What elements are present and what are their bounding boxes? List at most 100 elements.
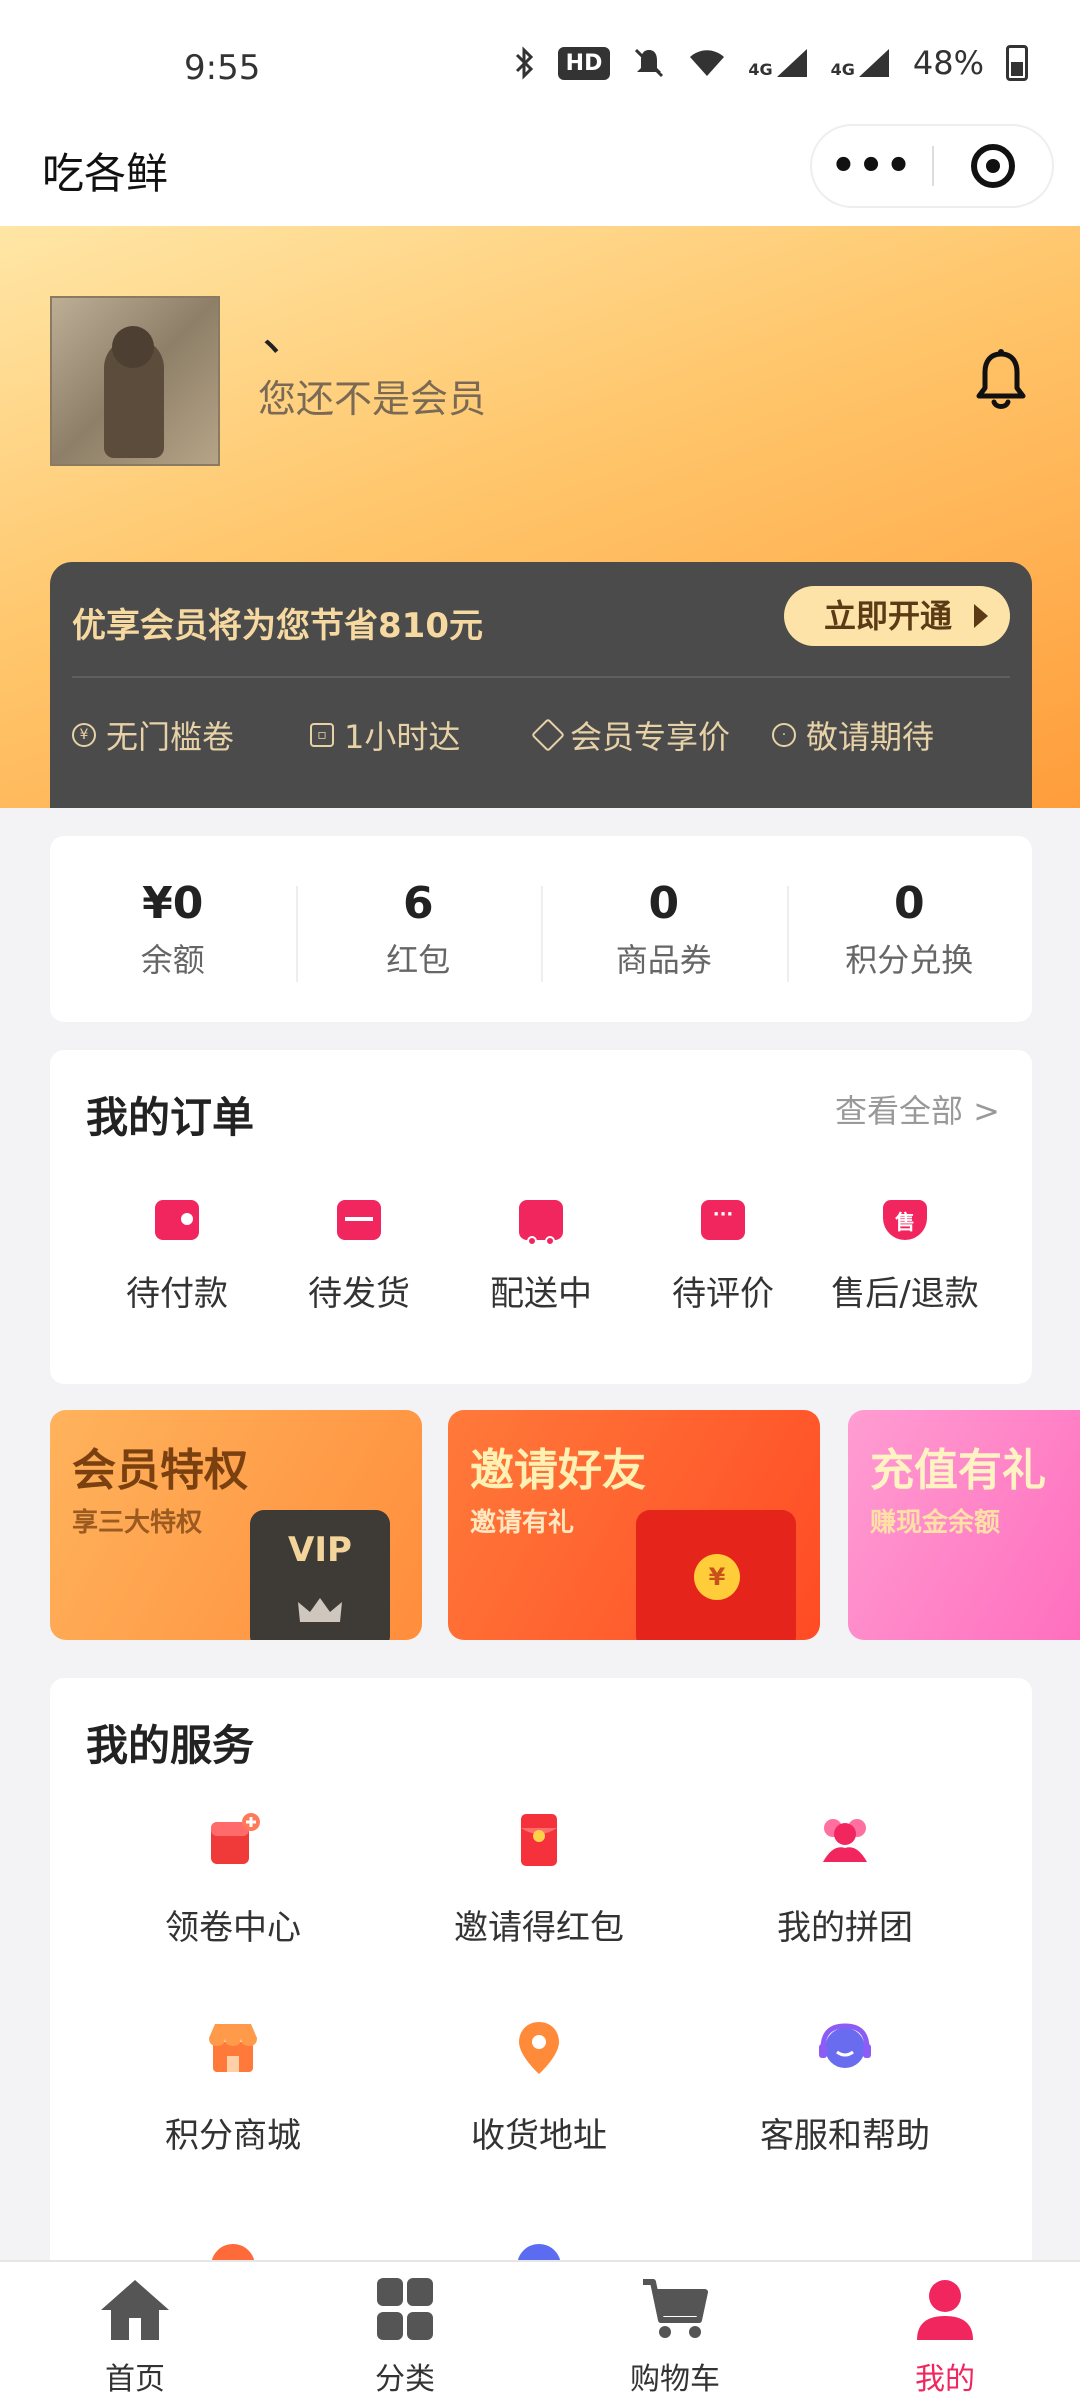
group-icon [823, 1819, 867, 1862]
coupon-center-icon [211, 1813, 260, 1864]
member-card-divider [72, 676, 1010, 678]
service-label: 客服和帮助 [760, 2116, 930, 2156]
tab-label: 购物车 [630, 2362, 720, 2397]
vip-card-icon: VIP [250, 1510, 390, 1640]
shield-glyph: 售 [895, 1210, 915, 1234]
profile-header: 、 您还不是会员 优享会员将为您节省810元 立即开通 ¥ 无门槛卷 ▫ 1小时… [0, 226, 1080, 808]
order-label: 待付款 [126, 1274, 228, 1314]
banner-title: 充值有礼 [870, 1445, 1046, 1496]
more-menu-icon[interactable]: ••• [812, 143, 932, 189]
truck-icon [519, 1200, 563, 1246]
avatar[interactable] [50, 296, 220, 466]
tab-mine[interactable]: 我的 [810, 2262, 1080, 2400]
stat-value: 0 [893, 877, 925, 929]
comment-icon: ··· [701, 1200, 745, 1240]
order-label: 售后/退款 [831, 1274, 979, 1314]
my-orders-card: 我的订单 查看全部 > 待付款 待发货 配送中 ··· 待评价 售 售后/退款 [50, 1050, 1032, 1384]
stat-points[interactable]: 0 积分兑换 [786, 877, 1033, 982]
member-status: 您还不是会员 [258, 377, 487, 421]
stat-label: 红包 [386, 940, 451, 979]
order-pending-shipment[interactable]: 待发货 [268, 1200, 450, 1315]
view-all-orders-link[interactable]: 查看全部 > [835, 1086, 1000, 1132]
stat-balance[interactable]: ¥0 余额 [50, 878, 296, 981]
service-label: 积分商城 [165, 2116, 301, 2156]
stat-coupons[interactable]: 0 商品券 [541, 878, 787, 982]
bottom-tab-bar: 首页 分类 购物车 我的 [0, 2260, 1080, 2400]
order-after-sales[interactable]: 售 售后/退款 [814, 1200, 996, 1315]
mute-icon [635, 48, 664, 78]
app-title: 吃各鲜 [42, 149, 169, 198]
banner-title: 会员特权 [72, 1445, 248, 1496]
service-label: 收货地址 [471, 2116, 607, 2156]
service-customer-help[interactable]: 客服和帮助 [692, 2018, 998, 2226]
order-label: 待发货 [308, 1274, 410, 1314]
battery-icon [1006, 45, 1028, 81]
order-in-delivery[interactable]: 配送中 [450, 1200, 632, 1315]
perk-label: 1小时达 [344, 718, 461, 756]
member-promo-text: 优享会员将为您节省810元 [72, 606, 483, 646]
perk-item: · 敬请期待 [772, 712, 934, 758]
orders-title: 我的订单 [86, 1093, 255, 1142]
target-icon [970, 144, 1015, 188]
stat-label: 商品券 [615, 940, 712, 979]
bell-icon[interactable] [974, 348, 1028, 412]
customer-service-icon [819, 2023, 871, 2068]
perk-label: 无门槛卷 [106, 718, 235, 756]
service-invite-red-envelope[interactable]: 邀请得红包 [386, 1810, 692, 2018]
stat-label: 积分兑换 [845, 940, 974, 979]
banner-invite-friends[interactable]: 邀请好友 邀请有礼 ¥ [448, 1410, 820, 1640]
service-points-mall[interactable]: 积分商城 [80, 2018, 386, 2226]
delivery-icon: ▫ [310, 723, 334, 747]
vip-text: VIP [288, 1530, 352, 1570]
banner-member-privileges[interactable]: 会员特权 享三大特权 VIP [50, 1410, 422, 1640]
diamond-icon [531, 718, 565, 752]
service-coupon-center[interactable]: 领卷中心 [80, 1810, 386, 2018]
coin-icon: ¥ [694, 1554, 740, 1600]
tab-label: 我的 [915, 2362, 975, 2397]
location-icon [519, 2022, 559, 2074]
perk-item: ▫ 1小时达 [310, 712, 536, 758]
order-pending-review[interactable]: ··· 待评价 [632, 1200, 814, 1315]
stat-value: ¥0 [142, 877, 204, 929]
stat-value: 6 [402, 877, 434, 929]
status-icons: HD 4G 4G 48% [514, 44, 1028, 82]
tab-label: 分类 [375, 2362, 435, 2397]
open-membership-button[interactable]: 立即开通 [783, 586, 1010, 646]
tab-cart[interactable]: 购物车 [540, 2262, 810, 2400]
coupon-icon: ¥ [72, 723, 96, 747]
category-icon [377, 2278, 433, 2340]
status-time: 9:55 [184, 48, 261, 88]
stat-red-packets[interactable]: 6 红包 [295, 877, 542, 982]
wifi-icon [690, 50, 725, 76]
tab-category[interactable]: 分类 [270, 2262, 540, 2400]
order-pending-payment[interactable]: 待付款 [86, 1200, 268, 1315]
more-icon: · [772, 723, 796, 747]
shield-icon: 售 [883, 1200, 927, 1240]
service-label: 领卷中心 [165, 1908, 301, 1948]
service-my-group-buy[interactable]: 我的拼团 [692, 1810, 998, 2018]
user-icon [917, 2280, 973, 2340]
account-stats: ¥0 余额 6 红包 0 商品券 0 积分兑换 [50, 836, 1032, 1022]
tab-home[interactable]: 首页 [0, 2262, 270, 2400]
service-shipping-address[interactable]: 收货地址 [386, 2018, 692, 2226]
banner-subtitle: 邀请有礼 [470, 1508, 575, 1538]
banner-subtitle: 赚现金余额 [870, 1508, 1001, 1538]
order-status-list: 待付款 待发货 配送中 ··· 待评价 售 售后/退款 [86, 1200, 996, 1315]
services-title: 我的服务 [86, 1721, 255, 1770]
title-bar: 吃各鲜 ••• [0, 118, 1080, 226]
close-mini-program-button[interactable] [934, 144, 1052, 188]
network-a-label: 4G [748, 60, 773, 79]
perk-label: 会员专享价 [570, 718, 731, 756]
stat-label: 余额 [140, 940, 205, 979]
services-grid: 领卷中心 邀请得红包 我的拼团 积分商城 收货地址 客服和帮助 [50, 1810, 1032, 2278]
network-b-label: 4G [830, 60, 855, 79]
banner-recharge-gift[interactable]: 充值有礼 赚现金余额 [848, 1410, 1080, 1640]
crown-icon [298, 1598, 342, 1622]
member-perks: ¥ 无门槛卷 ▫ 1小时达 会员专享价 · 敬请期待 [72, 712, 1012, 758]
red-envelope-icon [521, 1814, 557, 1866]
mini-program-capsule: ••• [810, 124, 1054, 208]
banner-title: 邀请好友 [470, 1445, 646, 1496]
promo-banners: 会员特权 享三大特权 VIP 邀请好友 邀请有礼 ¥ 充值有礼 赚现金余额 [50, 1410, 1080, 1640]
home-icon [101, 2280, 169, 2340]
cart-icon [643, 2279, 708, 2338]
